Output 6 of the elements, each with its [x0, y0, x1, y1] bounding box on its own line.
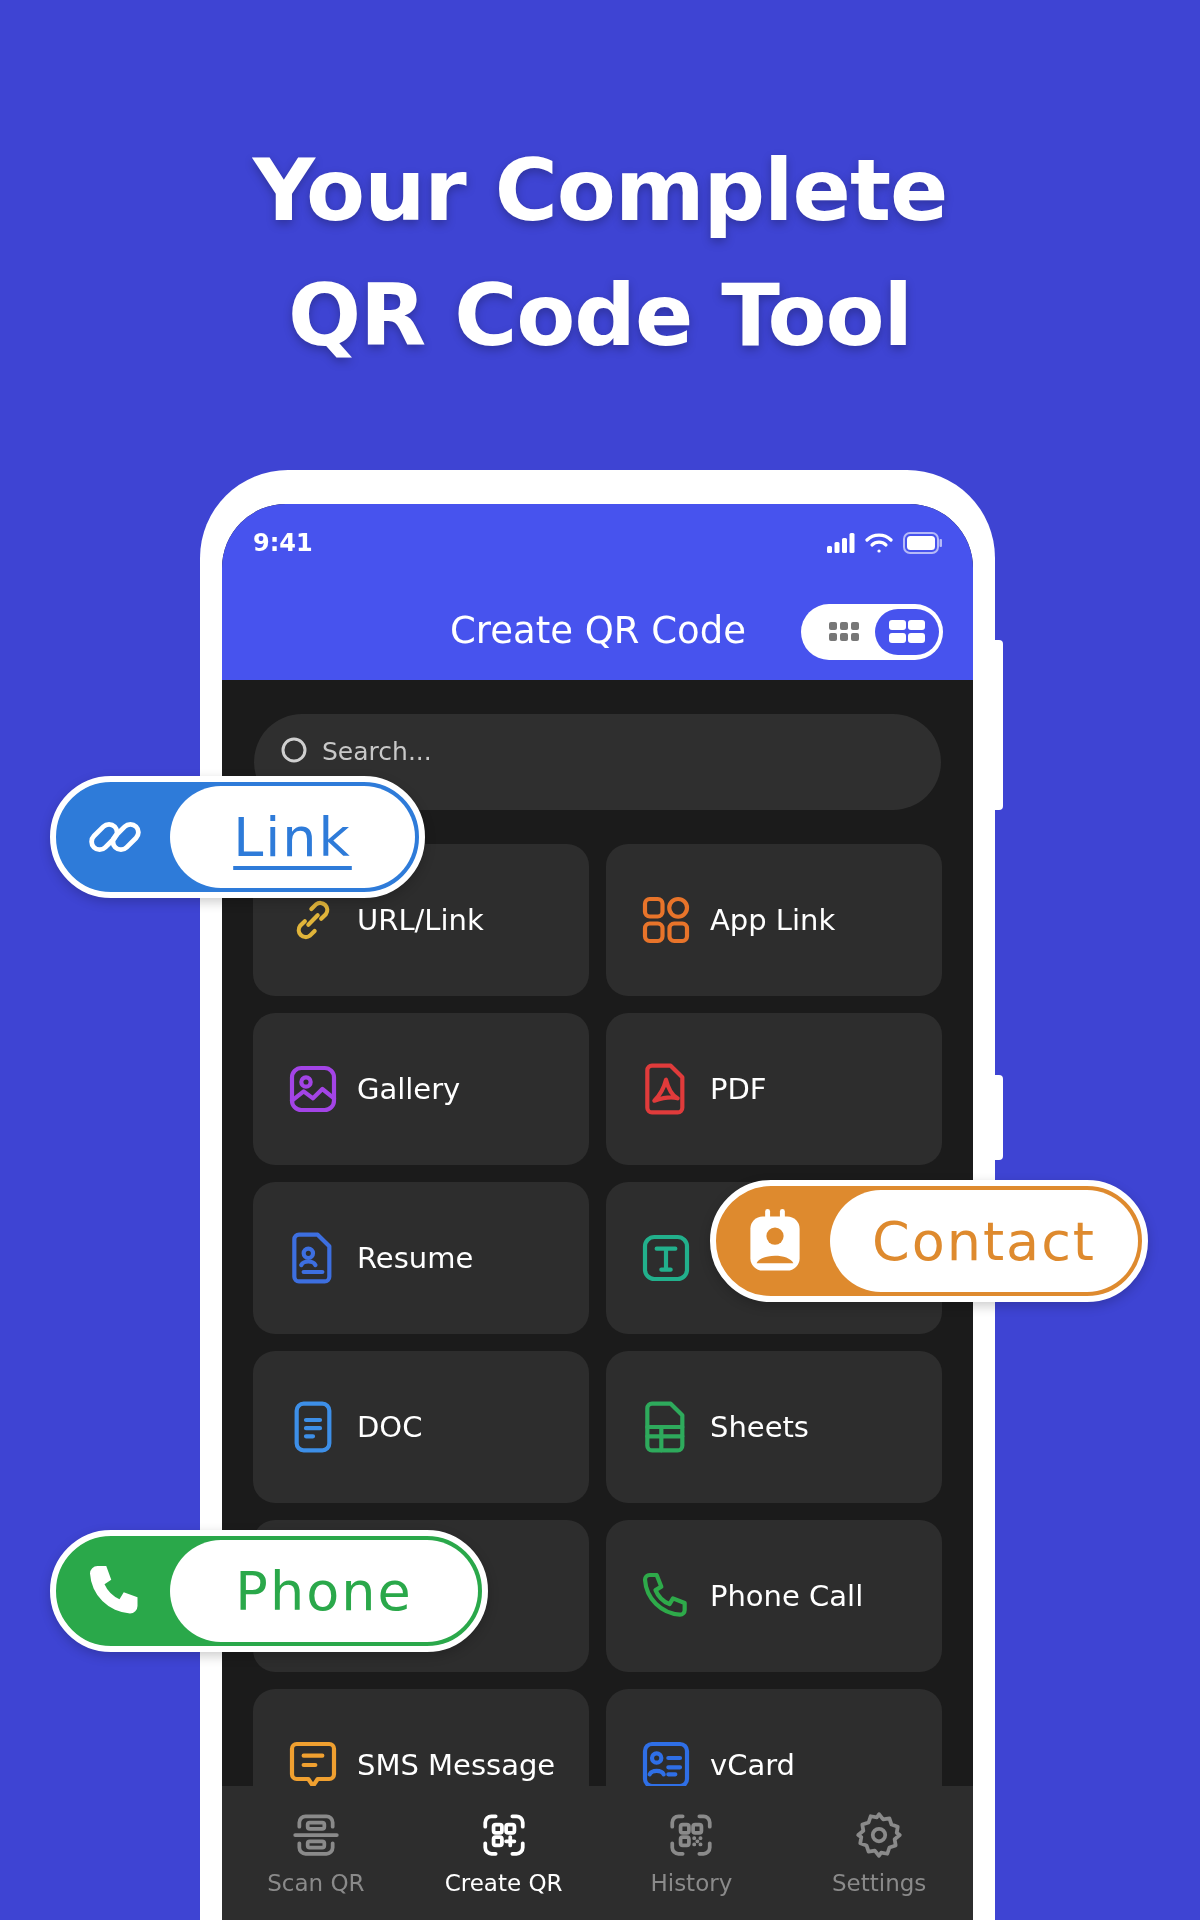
- badge-label: Phone: [235, 1559, 413, 1623]
- headline: QR Code Tool: [287, 264, 913, 367]
- headline: Your Complete: [252, 139, 948, 242]
- status-time: 9:41: [253, 529, 313, 557]
- badge-label: Contact: [871, 1209, 1097, 1273]
- screen-title: Create QR Code: [450, 608, 746, 652]
